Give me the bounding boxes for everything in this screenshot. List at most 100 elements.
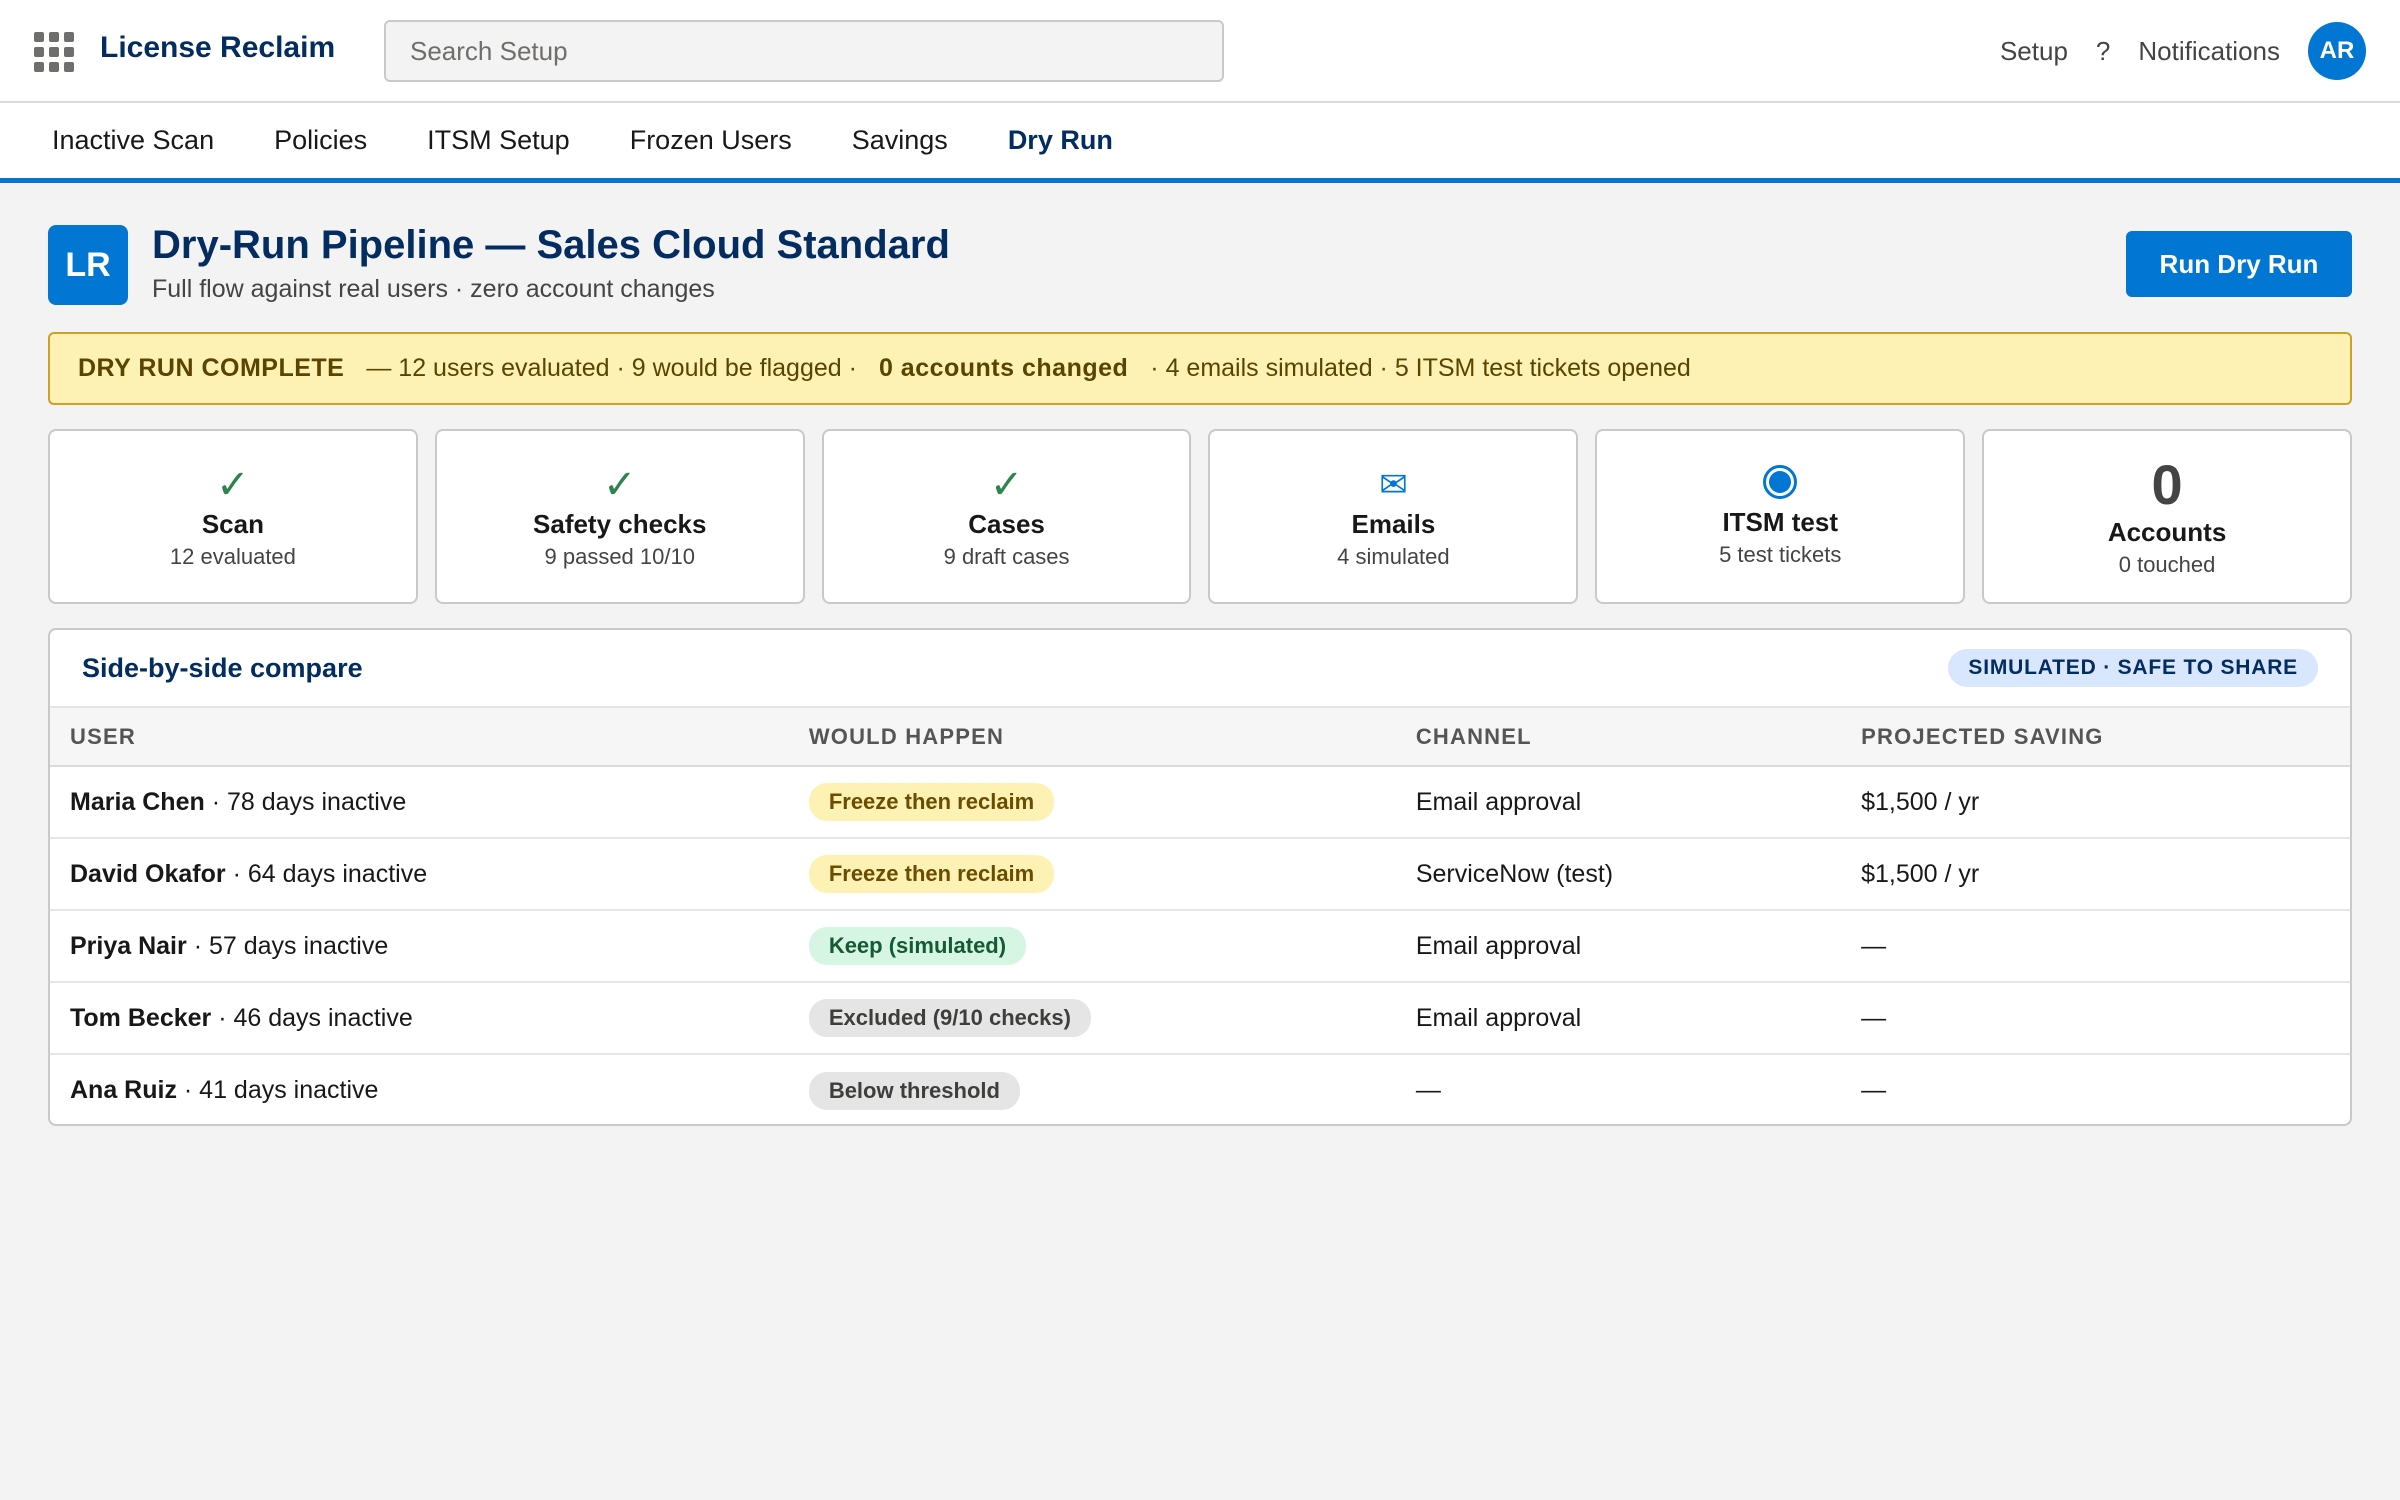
tab-nav: Inactive Scan Policies ITSM Setup Frozen…: [0, 103, 2400, 183]
action-pill: Keep (simulated): [808, 927, 1027, 965]
table-row: David Okafor · 64 days inactive Freeze t…: [50, 838, 2350, 911]
action-cell: Excluded (9/10 checks): [788, 982, 1396, 1055]
run-dry-run-button[interactable]: Run Dry Run: [2126, 231, 2352, 297]
step-card-cases: ✓ Cases 9 draft cases: [821, 429, 1192, 604]
global-header: License Reclaim Setup ? Notifications AR: [0, 0, 2400, 103]
step-card-itsm-test: ITSM test 5 test tickets: [1595, 429, 1966, 604]
pipeline-steps: ✓ Scan 12 evaluated ✓ Safety checks 9 pa…: [48, 429, 2352, 604]
step-card-emails: ✉ Emails 4 simulated: [1208, 429, 1579, 604]
envelope-icon: ✉: [1379, 466, 1408, 504]
check-icon: ✓: [602, 463, 637, 507]
channel-cell: Email approval: [1395, 982, 1842, 1055]
step-detail: 9 draft cases: [943, 544, 1070, 569]
user-name: Tom Becker: [70, 1003, 212, 1032]
step-title: Cases: [968, 509, 1045, 539]
table-row: Maria Chen · 78 days inactive Freeze the…: [50, 766, 2350, 839]
inactive-days: · 78 days inactive: [211, 787, 407, 816]
action-cell: Freeze then reclaim: [788, 766, 1396, 839]
channel-cell: Email approval: [1395, 766, 1842, 839]
check-icon: ✓: [989, 463, 1024, 507]
table-row: Priya Nair · 57 days inactive Keep (simu…: [50, 910, 2350, 983]
app-launcher-icon[interactable]: [34, 32, 74, 72]
inactive-days: · 64 days inactive: [232, 859, 428, 888]
column-header-user: USER: [50, 706, 789, 767]
step-card-scan: ✓ Scan 12 evaluated: [48, 429, 418, 604]
step-title: Safety checks: [533, 509, 707, 539]
step-card-accounts: 0 Accounts 0 touched: [1982, 429, 2352, 604]
action-pill: Below threshold: [808, 1071, 1020, 1110]
table-row: Ana Ruiz · 41 days inactive Below thresh…: [50, 1054, 2350, 1124]
user-cell: Tom Becker · 46 days inactive: [50, 982, 789, 1055]
action-cell: Below threshold: [789, 1054, 1396, 1124]
user-cell: Priya Nair · 57 days inactive: [50, 910, 789, 983]
step-detail: 9 passed 10/10: [544, 544, 695, 569]
channel-cell: Email approval: [1395, 910, 1842, 983]
action-pill: Excluded (9/10 checks): [808, 999, 1091, 1037]
action-pill: Freeze then reclaim: [808, 783, 1055, 821]
check-icon: ✓: [216, 463, 250, 507]
saving-cell: $1,500 / yr: [1841, 838, 2350, 911]
saving-cell: —: [1841, 910, 2350, 983]
column-header-would-happen: WOULD HAPPEN: [788, 706, 1396, 767]
step-title: Accounts: [2107, 517, 2227, 547]
step-title: Scan: [201, 509, 264, 539]
compare-header: Side-by-side compare SIMULATED · SAFE TO…: [50, 630, 2350, 706]
accounts-count: 0: [2151, 453, 2183, 516]
radio-icon: [1763, 465, 1798, 499]
saving-cell: $1,500 / yr: [1841, 766, 2350, 839]
banner-highlight: 0 accounts changed: [878, 354, 1129, 382]
search-input[interactable]: [384, 20, 1224, 82]
banner-status: DRY RUN COMPLETE: [78, 354, 345, 382]
step-detail: 0 touched: [2118, 552, 2216, 577]
tab-savings[interactable]: Savings: [852, 103, 948, 178]
step-title: ITSM test: [1722, 507, 1839, 537]
user-name: David Okafor: [70, 859, 226, 888]
avatar[interactable]: AR: [2308, 22, 2366, 80]
table-row: Tom Becker · 46 days inactive Excluded (…: [50, 982, 2350, 1055]
setup-link[interactable]: Setup: [2000, 36, 2068, 67]
banner-summary-2: · 4 emails simulated · 5 ITSM test ticke…: [1150, 354, 1691, 382]
user-name: Maria Chen: [70, 787, 205, 816]
table-header-row: USER WOULD HAPPEN CHANNEL PROJECTED SAVI…: [50, 706, 2350, 767]
tab-inactive-scan[interactable]: Inactive Scan: [52, 103, 214, 178]
step-detail: 12 evaluated: [169, 544, 296, 569]
column-header-channel: CHANNEL: [1395, 706, 1842, 767]
app-name: License Reclaim: [100, 31, 336, 64]
inactive-days: · 46 days inactive: [218, 1003, 413, 1032]
action-cell: Keep (simulated): [788, 910, 1396, 983]
help-icon[interactable]: ?: [2096, 36, 2110, 67]
tab-frozen-users[interactable]: Frozen Users: [630, 103, 792, 178]
status-badge: SIMULATED · SAFE TO SHARE: [1948, 649, 2318, 687]
status-banner: DRY RUN COMPLETE — 12 users evaluated · …: [48, 332, 2352, 405]
step-detail: 5 test tickets: [1719, 542, 1842, 567]
page-title: Dry-Run Pipeline — Sales Cloud Standard: [152, 223, 950, 267]
channel-cell: —: [1415, 1076, 1441, 1104]
action-cell: Freeze then reclaim: [788, 838, 1396, 911]
user-name: Ana Ruiz: [70, 1076, 177, 1104]
step-title: Emails: [1351, 509, 1436, 539]
inactive-days: · 57 days inactive: [193, 931, 389, 960]
saving-cell: —: [1861, 1076, 1887, 1104]
tab-dry-run[interactable]: Dry Run: [1008, 103, 1113, 178]
user-cell: Maria Chen · 78 days inactive: [50, 766, 789, 839]
inactive-days: · 41 days inactive: [183, 1076, 379, 1104]
banner-summary-1: — 12 users evaluated · 9 would be flagge…: [366, 354, 857, 382]
step-card-safety-checks: ✓ Safety checks 9 passed 10/10: [434, 429, 805, 604]
tab-policies[interactable]: Policies: [274, 103, 367, 178]
channel-cell: ServiceNow (test): [1395, 838, 1842, 911]
user-cell: Ana Ruiz · 41 days inactive: [50, 1054, 789, 1124]
action-pill: Freeze then reclaim: [808, 855, 1055, 893]
notifications-link[interactable]: Notifications: [2138, 36, 2280, 67]
compare-panel: Side-by-side compare SIMULATED · SAFE TO…: [48, 628, 2352, 1126]
compare-table: USER WOULD HAPPEN CHANNEL PROJECTED SAVI…: [50, 706, 2350, 1124]
saving-cell: —: [1841, 982, 2350, 1055]
header-actions: Setup ? Notifications AR: [2000, 22, 2366, 80]
page-subtitle: Full flow against real users · zero acco…: [152, 275, 715, 303]
column-header-projected-saving: PROJECTED SAVING: [1841, 706, 2350, 767]
user-name: Priya Nair: [70, 931, 187, 960]
step-detail: 4 simulated: [1337, 544, 1450, 569]
user-cell: David Okafor · 64 days inactive: [50, 838, 789, 911]
page-icon: LR: [48, 225, 128, 305]
compare-title: Side-by-side compare: [82, 652, 363, 683]
tab-itsm-setup[interactable]: ITSM Setup: [427, 103, 570, 178]
